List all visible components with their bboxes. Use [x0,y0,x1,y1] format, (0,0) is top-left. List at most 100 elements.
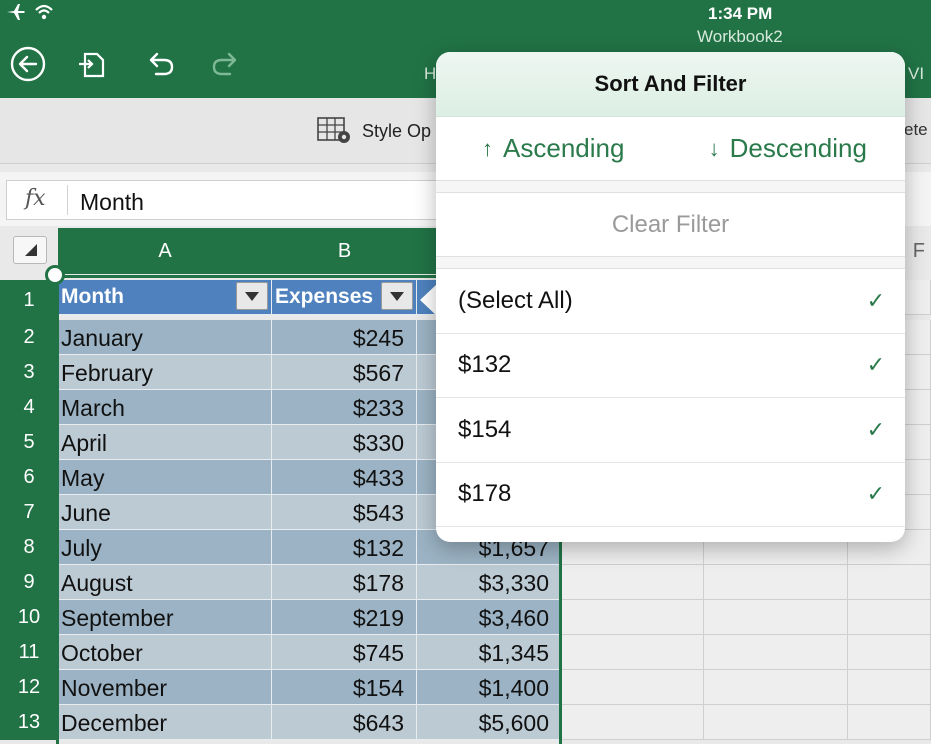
filter-option-label: $178 [458,480,512,508]
row-header[interactable]: 6 [0,460,58,495]
formula-separator [67,185,68,215]
style-options-button[interactable]: Style Op [316,116,431,146]
table-cell[interactable]: $543 [272,495,417,530]
row-header[interactable]: 13 [0,705,58,740]
popover-title: Sort And Filter [436,52,905,117]
descending-label: Descending [729,133,867,163]
arrow-down-icon: ↓ [708,135,720,161]
empty-cell[interactable] [562,635,704,670]
row-header[interactable]: 7 [0,495,58,530]
tab-fragment-left[interactable]: H [424,64,436,84]
table-cell[interactable]: $643 [272,705,417,740]
column-header-a[interactable]: A [58,228,272,274]
table-cell[interactable]: $245 [272,320,417,355]
table-cell[interactable]: December [58,705,272,740]
filter-option-label: $132 [458,351,512,379]
table-cell[interactable]: $3,460 [417,600,562,635]
row-header[interactable]: 8 [0,530,58,565]
arrow-up-icon: ↑ [482,135,494,161]
empty-cell[interactable] [848,600,931,635]
empty-cell[interactable] [562,565,704,600]
table-cell[interactable]: April [58,425,272,460]
undo-icon[interactable] [142,46,178,82]
column-header-b[interactable]: B [272,228,417,274]
table-cell[interactable]: $132 [272,530,417,565]
empty-cell[interactable] [562,705,704,740]
row-header[interactable]: 5 [0,425,58,460]
file-sync-icon[interactable] [75,46,111,82]
row-header[interactable]: 2 [0,320,58,355]
empty-cell[interactable] [704,600,848,635]
empty-cell[interactable] [848,670,931,705]
filter-dropdown-month[interactable] [236,282,268,310]
row-header[interactable]: 11 [0,635,58,670]
table-cell[interactable]: September [58,600,272,635]
row-header[interactable]: 12 [0,670,58,705]
sort-descending-button[interactable]: ↓ Descending [671,133,906,164]
row-header[interactable]: 4 [0,390,58,425]
tab-fragment-right[interactable]: VI [908,64,924,84]
sort-ascending-button[interactable]: ↑ Ascending [436,133,671,164]
checkmark-icon: ✓ [866,287,885,313]
formula-input[interactable]: fx Month [6,180,506,220]
table-cell[interactable]: March [58,390,272,425]
empty-cell[interactable] [848,635,931,670]
table-cell[interactable]: June [58,495,272,530]
back-icon[interactable] [10,46,46,82]
table-cell[interactable]: $3,330 [417,565,562,600]
table-cell[interactable]: $219 [272,600,417,635]
filter-option[interactable]: $154 ✓ [436,398,905,463]
table-cell[interactable]: January [58,320,272,355]
ribbon-fragment-right[interactable]: ete [904,120,928,140]
workbook-name: Workbook2 [697,27,783,46]
table-cell[interactable]: $745 [272,635,417,670]
empty-cell[interactable] [848,705,931,740]
filter-option-label: $154 [458,415,512,443]
empty-cell[interactable] [704,670,848,705]
filter-dropdown-expenses[interactable] [381,282,413,310]
table-cell[interactable]: November [58,670,272,705]
filter-option-label: (Select All) [458,286,573,314]
table-cell[interactable]: $154 [272,670,417,705]
formula-value: Month [80,189,144,215]
table-cell[interactable]: $5,600 [417,705,562,740]
table-cell[interactable]: $1,400 [417,670,562,705]
redo-icon[interactable] [208,46,244,82]
filter-option[interactable]: (Select All) ✓ [436,269,905,334]
checkmark-icon: ✓ [866,416,885,442]
empty-cell[interactable] [848,565,931,600]
empty-cell[interactable] [562,600,704,635]
filter-option[interactable]: $178 ✓ [436,463,905,527]
sort-row: ↑ Ascending ↓ Descending [436,117,905,181]
table-cell[interactable]: July [58,530,272,565]
table-cell[interactable]: $567 [272,355,417,390]
clear-filter-button[interactable]: Clear Filter [436,193,905,257]
table-cell[interactable]: February [58,355,272,390]
table-cell[interactable]: October [58,635,272,670]
table-settings-icon [317,117,350,143]
ascending-label: Ascending [503,133,625,163]
empty-cell[interactable] [704,705,848,740]
sort-filter-popover: Sort And Filter ↑ Ascending ↓ Descending… [436,52,905,542]
empty-cell[interactable] [562,670,704,705]
table-cell[interactable]: $433 [272,460,417,495]
row-header[interactable]: 1 [0,280,58,320]
filter-options-list: (Select All) ✓ $132 ✓ $154 ✓ $178 ✓ [436,269,905,527]
empty-cell[interactable] [704,565,848,600]
row-header[interactable]: 10 [0,600,58,635]
header-expenses-label: Expenses [275,285,374,308]
section-gap [436,181,905,193]
row-header[interactable]: 3 [0,355,58,390]
table-cell[interactable]: May [58,460,272,495]
section-gap [436,257,905,269]
filter-option[interactable]: $132 ✓ [436,334,905,398]
table-cell[interactable]: $330 [272,425,417,460]
empty-cell[interactable] [704,635,848,670]
selection-handle[interactable] [45,265,65,285]
table-cell[interactable]: $1,345 [417,635,562,670]
table-cell[interactable]: August [58,565,272,600]
table-cell[interactable]: $178 [272,565,417,600]
select-all-button[interactable] [13,236,47,264]
row-header[interactable]: 9 [0,565,58,600]
table-cell[interactable]: $233 [272,390,417,425]
